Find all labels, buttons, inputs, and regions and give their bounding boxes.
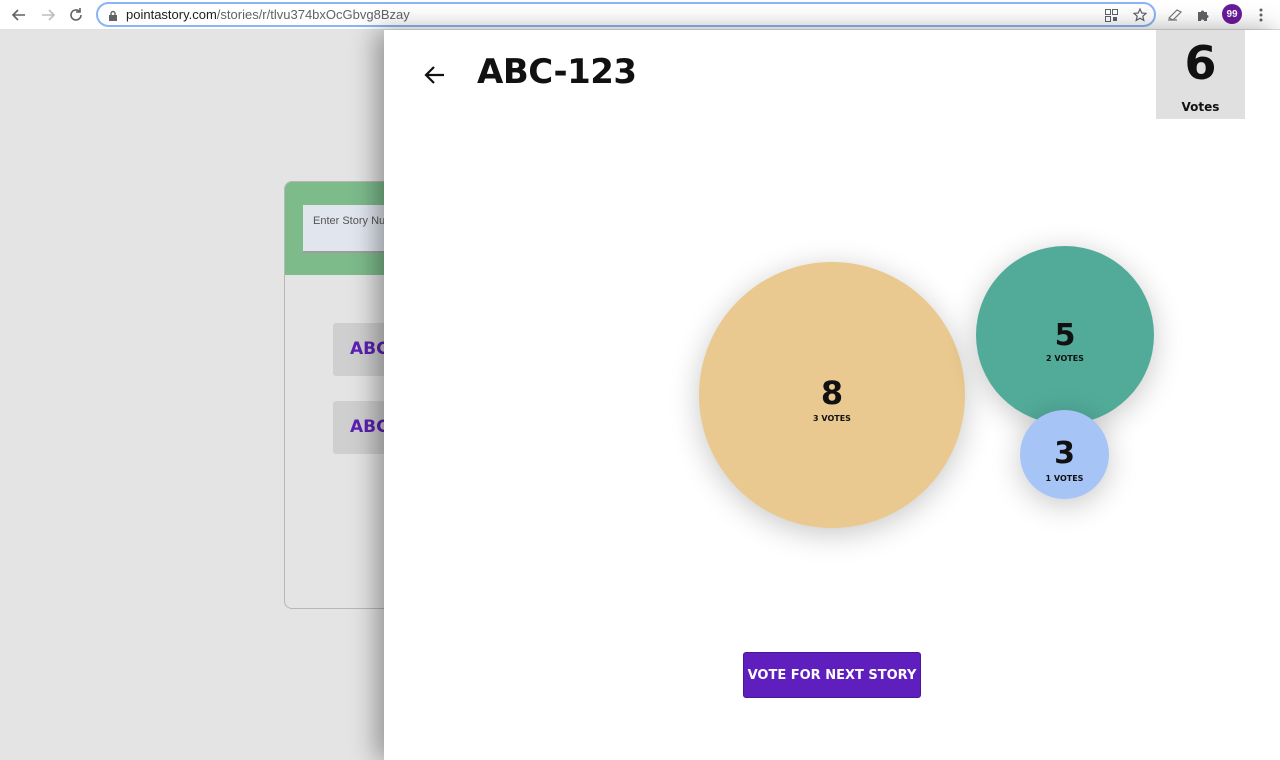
story-title: ABC-123 <box>477 52 637 92</box>
total-votes-badge: 6 Votes <box>1156 30 1245 119</box>
star-icon[interactable] <box>1131 6 1149 24</box>
address-bar[interactable]: pointastory.com/stories/r/tlvu374bxOcGbv… <box>96 2 1156 27</box>
more-vertical-icon[interactable] <box>1250 4 1272 26</box>
bubble-point-value: 5 <box>1054 318 1076 353</box>
profile-avatar[interactable]: 99 <box>1222 4 1242 24</box>
browser-forward-icon[interactable] <box>37 4 59 26</box>
url-domain: pointastory.com <box>126 7 217 22</box>
bubble-point-value: 3 <box>1054 436 1075 471</box>
total-votes-label: Votes <box>1181 100 1220 114</box>
total-votes-count: 6 <box>1184 36 1217 90</box>
back-arrow-icon[interactable] <box>420 60 450 90</box>
qr-code-icon[interactable] <box>1102 6 1120 24</box>
puzzle-icon[interactable] <box>1192 4 1214 26</box>
browser-toolbar: pointastory.com/stories/r/tlvu374bxOcGbv… <box>0 0 1280 30</box>
url-path: /stories/r/tlvu374bxOcGbvg8Bzay <box>216 7 410 22</box>
bubble-vote-count: 1 votes <box>1045 474 1084 483</box>
browser-reload-icon[interactable] <box>65 4 87 26</box>
extension-reader-icon[interactable] <box>1164 4 1186 26</box>
lock-icon <box>108 9 118 27</box>
vote-bubble: 5 2 votes <box>976 246 1154 424</box>
bubble-vote-count: 2 votes <box>1046 354 1084 363</box>
bubble-point-value: 8 <box>820 374 844 412</box>
url-text: pointastory.com/stories/r/tlvu374bxOcGbv… <box>126 7 410 22</box>
bubble-vote-count: 3 votes <box>813 414 851 423</box>
story-results-drawer: ABC-123 6 Votes 8 3 votes 5 2 votes 3 1 … <box>384 30 1280 760</box>
vote-bubble: 8 3 votes <box>699 262 965 528</box>
vote-next-story-button[interactable]: Vote for next story <box>743 652 921 698</box>
browser-back-icon[interactable] <box>8 4 30 26</box>
vote-bubble: 3 1 votes <box>1020 410 1109 499</box>
